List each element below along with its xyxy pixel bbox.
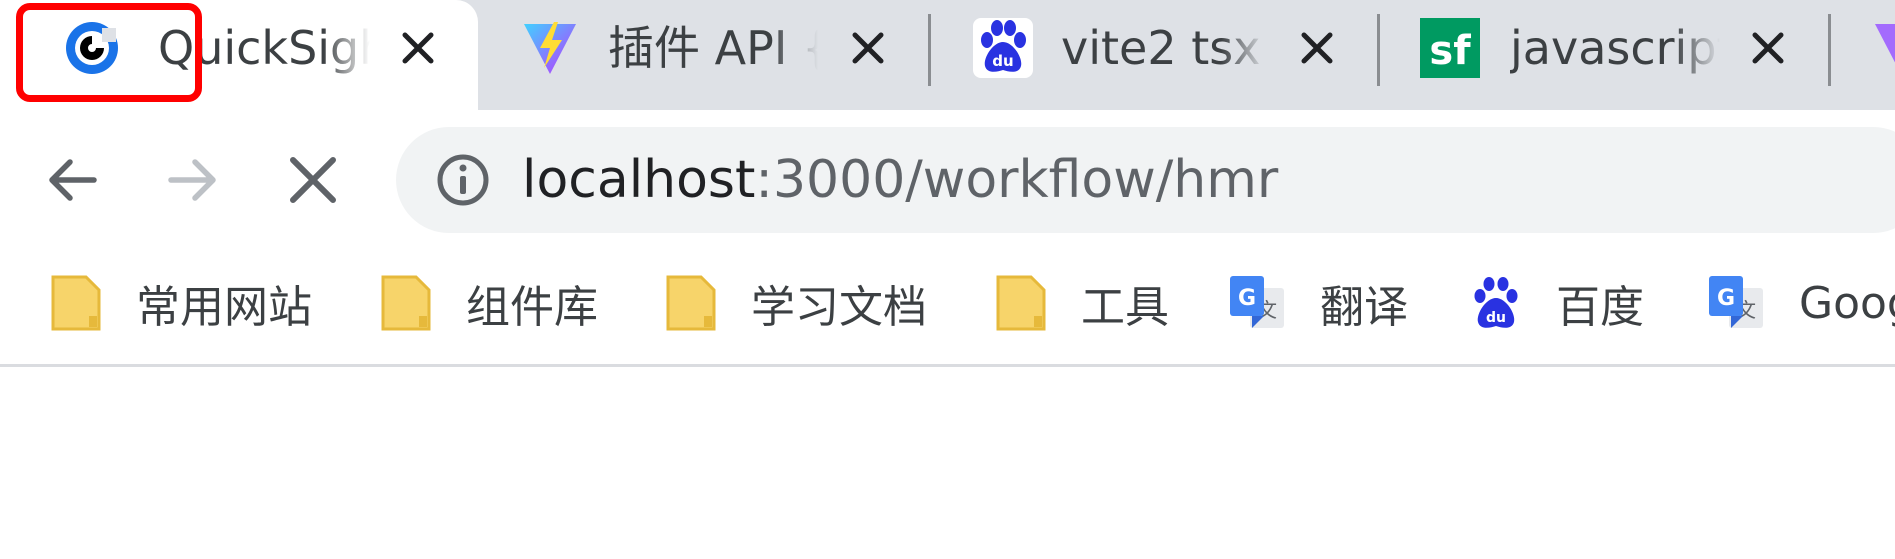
bookmark-label: 常用网站 bbox=[136, 282, 312, 333]
close-tab-icon[interactable] bbox=[838, 18, 898, 78]
google-translate-icon: 文 G bbox=[1709, 276, 1763, 328]
bookmark-label: 百度 bbox=[1556, 282, 1644, 333]
arrow-left-icon bbox=[49, 159, 97, 201]
tab-vite-plugin-api[interactable]: 插件 API { bbox=[478, 0, 928, 110]
sf-logo-icon: sf bbox=[1420, 18, 1480, 78]
baidu-paw-icon: du bbox=[1474, 277, 1518, 328]
baidu-paw-icon: du bbox=[973, 18, 1033, 78]
tab-title: 插件 API { bbox=[608, 21, 818, 75]
forward-button[interactable] bbox=[157, 144, 229, 216]
bookmarks-bar: 常用网站 组件库 学习文档 工具 文 G 翻译 du 百度 文 G Goo bbox=[0, 250, 1895, 367]
url-text[interactable]: localhost:3000/workflow/hmr bbox=[522, 127, 1278, 233]
close-tab-icon[interactable] bbox=[388, 18, 448, 78]
bookmark-label: Goog bbox=[1799, 277, 1895, 329]
folder-icon bbox=[51, 275, 101, 331]
browser-window: QuickSigh 插件 API {du vite2 tsx sf javas… bbox=[0, 0, 1895, 559]
svg-text:G: G bbox=[1238, 286, 1256, 311]
back-button[interactable] bbox=[36, 144, 108, 216]
close-tab-icon[interactable] bbox=[1287, 18, 1347, 78]
vite-logo-icon bbox=[1875, 24, 1895, 63]
svg-text:du: du bbox=[992, 52, 1013, 70]
bookmark-folder-common-sites[interactable]: 常用网站 bbox=[50, 270, 312, 336]
tab-title: javascript bbox=[1510, 21, 1720, 75]
bookmark-label: 学习文档 bbox=[751, 282, 927, 333]
bookmark-translate[interactable]: 文 G 翻译 bbox=[1228, 270, 1408, 336]
arrow-right-icon bbox=[168, 159, 216, 201]
url-host: localhost bbox=[522, 150, 756, 210]
stop-loading-button[interactable] bbox=[277, 144, 349, 216]
navigation-toolbar: localhost:3000/workflow/hmr bbox=[0, 110, 1895, 250]
tab-strip: QuickSigh 插件 API {du vite2 tsx sf javas… bbox=[0, 0, 1895, 110]
bookmark-baidu[interactable]: du 百度 bbox=[1470, 270, 1644, 336]
vite-logo-icon bbox=[524, 22, 576, 74]
bookmark-folder-learning-docs[interactable]: 学习文档 bbox=[665, 270, 927, 336]
tab-vite2-tsx[interactable]: du vite2 tsx 素 bbox=[931, 0, 1377, 110]
bookmark-folder-components[interactable]: 组件库 bbox=[380, 270, 598, 336]
google-translate-icon: 文 G bbox=[1230, 276, 1284, 328]
close-tab-icon[interactable] bbox=[1738, 18, 1798, 78]
info-icon[interactable] bbox=[436, 153, 490, 207]
svg-text:G: G bbox=[1717, 286, 1735, 311]
tab-title: vite2 tsx 素 bbox=[1061, 21, 1266, 75]
bookmark-label: 组件库 bbox=[466, 282, 598, 333]
address-bar[interactable]: localhost:3000/workflow/hmr bbox=[396, 127, 1895, 233]
close-icon bbox=[290, 157, 336, 203]
folder-icon bbox=[666, 275, 716, 331]
svg-text:du: du bbox=[1486, 310, 1506, 326]
bookmark-label: 翻译 bbox=[1320, 282, 1408, 333]
bookmark-google[interactable]: 文 G Goog bbox=[1707, 270, 1895, 336]
page-content bbox=[0, 367, 1895, 559]
svg-text:sf: sf bbox=[1429, 28, 1471, 74]
url-path: :3000/workflow/hmr bbox=[755, 150, 1279, 210]
bookmark-label: 工具 bbox=[1081, 282, 1169, 333]
tab-javascript[interactable]: sf javascript bbox=[1380, 0, 1828, 110]
tab-partial[interactable] bbox=[1831, 0, 1895, 110]
bookmark-folder-tools[interactable]: 工具 bbox=[995, 270, 1169, 336]
highlight-box bbox=[16, 3, 202, 102]
folder-icon bbox=[996, 275, 1046, 331]
folder-icon bbox=[381, 275, 431, 331]
